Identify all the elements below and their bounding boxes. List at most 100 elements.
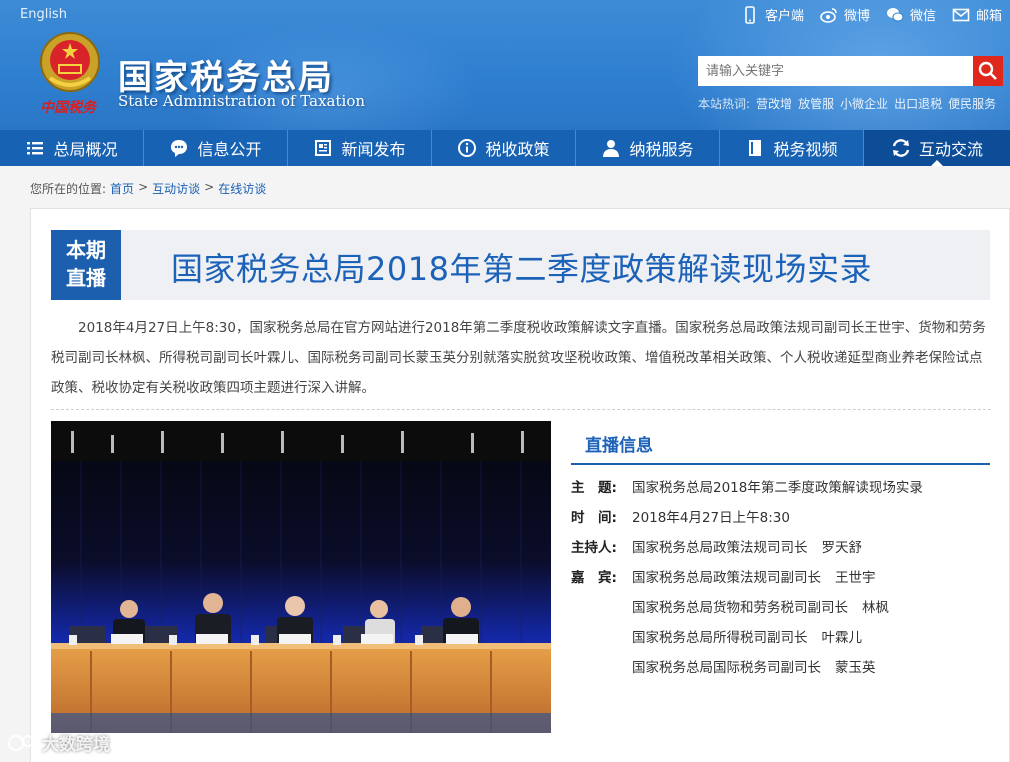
info-topic: 主 题: 国家税务总局2018年第二季度政策解读现场实录 bbox=[571, 471, 990, 501]
info-key: 主持人: bbox=[571, 540, 617, 556]
breadcrumb-online-interviews[interactable]: 在线访谈 bbox=[218, 180, 266, 197]
menu-icon bbox=[27, 142, 44, 155]
info-key: 主 题: bbox=[571, 480, 617, 496]
exchange-icon bbox=[892, 139, 910, 157]
live-info-heading-label: 直播信息 bbox=[585, 436, 653, 456]
breadcrumb-separator: > bbox=[204, 180, 215, 194]
guest-entry: 国家税务总局国际税务司副司长 蒙玉英 bbox=[632, 656, 990, 676]
breadcrumb: 您所在的位置: 首页 > 互动访谈 > 在线访谈 bbox=[30, 180, 266, 197]
live-info-heading: 直播信息 bbox=[571, 429, 990, 465]
weibo-link-label: 微博 bbox=[843, 9, 870, 24]
search-icon bbox=[978, 61, 997, 80]
user-icon bbox=[603, 140, 620, 157]
guest-name: 林枫 bbox=[862, 600, 889, 616]
hot-words-label: 本站热词: bbox=[698, 97, 751, 111]
film-icon bbox=[749, 140, 762, 156]
hot-word[interactable]: 放管服 bbox=[798, 95, 834, 112]
guest-name: 叶霖儿 bbox=[821, 630, 863, 646]
guest-entry: 国家税务总局所得税司副司长 叶霖儿 bbox=[632, 626, 990, 646]
newspaper-icon bbox=[315, 140, 332, 156]
mail-link-label: 邮箱 bbox=[975, 9, 1002, 24]
info-time: 时 间: 2018年4月27日上午8:30 bbox=[571, 501, 990, 531]
mail-icon bbox=[952, 8, 970, 21]
nav-label: 总局概况 bbox=[53, 140, 118, 159]
nav-item-video[interactable]: 税务视频 bbox=[720, 130, 864, 166]
site-title-english: State Administration of Taxation bbox=[118, 92, 366, 110]
nav-item-overview[interactable]: 总局概况 bbox=[0, 130, 144, 166]
national-emblem-icon[interactable] bbox=[38, 30, 102, 94]
guest-entry: 国家税务总局政策法规司副司长 王世宇 bbox=[632, 566, 990, 586]
info-host: 主持人: 国家税务总局政策法规司司长 罗天舒 bbox=[571, 531, 990, 561]
nav-item-service[interactable]: 纳税服务 bbox=[576, 130, 720, 166]
live-badge-line2: 直播 bbox=[66, 266, 106, 290]
nav-label: 纳税服务 bbox=[629, 140, 694, 159]
nav-item-disclosure[interactable]: 信息公开 bbox=[144, 130, 288, 166]
watermark-logo-icon bbox=[8, 734, 34, 751]
breadcrumb-home[interactable]: 首页 bbox=[110, 180, 134, 197]
wechat-link-label: 微信 bbox=[909, 9, 936, 24]
search-box bbox=[698, 56, 1003, 86]
guest-name: 王世宇 bbox=[835, 570, 876, 586]
info-key: 时 间: bbox=[571, 510, 617, 526]
nav-label: 税务视频 bbox=[773, 140, 838, 159]
info-guest: 国家税务总局所得税司副司长 叶霖儿 bbox=[571, 621, 990, 651]
hot-word[interactable]: 便民服务 bbox=[948, 95, 996, 112]
top-links: 客户端 微博 微信 邮箱 bbox=[741, 5, 1002, 24]
live-badge-line1: 本期 bbox=[66, 238, 106, 262]
guest-org: 国家税务总局货物和劳务税司副司长 bbox=[632, 600, 848, 616]
breadcrumb-separator: > bbox=[138, 180, 149, 194]
guest-org: 国家税务总局政策法规司副司长 bbox=[632, 570, 821, 586]
info-value: 2018年4月27日上午8:30 bbox=[632, 510, 790, 526]
breadcrumb-prefix: 您所在的位置: bbox=[30, 182, 107, 196]
client-link-label: 客户端 bbox=[764, 9, 804, 24]
info-icon bbox=[458, 139, 477, 157]
hot-word[interactable]: 小微企业 bbox=[840, 95, 888, 112]
press-conference-photo[interactable] bbox=[51, 421, 551, 733]
nav-label: 新闻发布 bbox=[341, 140, 406, 159]
divider bbox=[51, 409, 991, 410]
mail-link[interactable]: 邮箱 bbox=[952, 5, 1002, 24]
hot-word[interactable]: 营改增 bbox=[756, 95, 792, 112]
weibo-link[interactable]: 微博 bbox=[820, 5, 870, 24]
nav-item-news[interactable]: 新闻发布 bbox=[288, 130, 432, 166]
chat-icon bbox=[171, 140, 188, 157]
search-input[interactable] bbox=[698, 56, 973, 86]
english-link[interactable]: English bbox=[20, 7, 67, 22]
guest-name: 蒙玉英 bbox=[835, 660, 876, 676]
wechat-link[interactable]: 微信 bbox=[886, 5, 936, 24]
main-nav: 总局概况 信息公开 新闻发布 税收政策 纳税服务 税务视频 互动交流 bbox=[0, 130, 1010, 166]
nav-item-interaction[interactable]: 互动交流 bbox=[864, 130, 1010, 166]
nav-label: 税收政策 bbox=[485, 140, 550, 159]
nav-label: 互动交流 bbox=[918, 140, 983, 159]
info-guest: 嘉 宾: 国家税务总局政策法规司副司长 王世宇 bbox=[571, 561, 990, 591]
nav-label: 信息公开 bbox=[197, 140, 262, 159]
info-guest: 国家税务总局货物和劳务税司副司长 林枫 bbox=[571, 591, 990, 621]
hot-word[interactable]: 出口退税 bbox=[894, 95, 942, 112]
guest-org: 国家税务总局所得税司副司长 bbox=[632, 630, 808, 646]
live-badge: 本期 直播 bbox=[51, 230, 121, 300]
phone-icon bbox=[745, 5, 755, 24]
page-title: 国家税务总局2018年第二季度政策解读现场实录 bbox=[171, 250, 872, 288]
watermark: 大数跨境 bbox=[8, 730, 110, 755]
site-header: English 中国税务 国家税务总局 State Administration… bbox=[0, 0, 1010, 130]
info-key: 嘉 宾: bbox=[571, 570, 617, 586]
breadcrumb-interviews[interactable]: 互动访谈 bbox=[152, 180, 200, 197]
watermark-text: 大数跨境 bbox=[42, 735, 110, 755]
live-info: 主 题: 国家税务总局2018年第二季度政策解读现场实录 时 间: 2018年4… bbox=[571, 471, 990, 681]
title-bar: 本期 直播 国家税务总局2018年第二季度政策解读现场实录 bbox=[51, 230, 990, 300]
weibo-icon bbox=[820, 7, 837, 23]
host-org: 国家税务总局政策法规司司长 bbox=[632, 540, 808, 556]
info-value: 国家税务总局政策法规司司长 罗天舒 bbox=[632, 536, 990, 556]
host-name: 罗天舒 bbox=[821, 540, 863, 556]
content-panel: 本期 直播 国家税务总局2018年第二季度政策解读现场实录 2018年4月27日… bbox=[30, 208, 1010, 762]
search-button[interactable] bbox=[973, 56, 1003, 86]
guest-org: 国家税务总局国际税务司副司长 bbox=[632, 660, 821, 676]
info-value: 国家税务总局2018年第二季度政策解读现场实录 bbox=[632, 480, 923, 496]
logo-tagline: 中国税务 bbox=[40, 100, 96, 116]
wechat-icon bbox=[886, 7, 904, 21]
guest-entry: 国家税务总局货物和劳务税司副司长 林枫 bbox=[632, 596, 990, 616]
client-link[interactable]: 客户端 bbox=[741, 5, 804, 24]
hot-words: 本站热词: 营改增 放管服 小微企业 出口退税 便民服务 bbox=[698, 95, 996, 112]
intro-paragraph: 2018年4月27日上午8:30，国家税务总局在官方网站进行2018年第二季度税… bbox=[51, 320, 986, 396]
nav-item-policy[interactable]: 税收政策 bbox=[432, 130, 576, 166]
